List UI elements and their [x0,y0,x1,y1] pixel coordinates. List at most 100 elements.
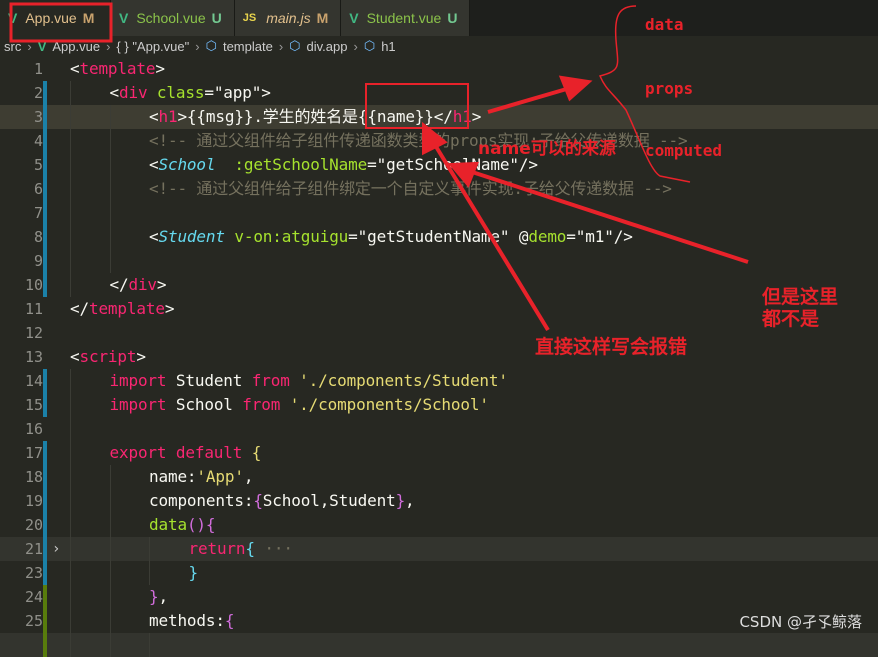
token-tag: div [128,275,157,294]
git-change-bar[interactable] [43,153,47,177]
code-text: data(){ [149,513,216,537]
code-line[interactable] [0,633,878,657]
indent-guide [70,177,71,201]
git-change-bar[interactable] [43,609,47,633]
git-change-bar[interactable] [43,537,47,561]
token-text: ="app"> [204,83,271,102]
indent-guide [70,393,71,417]
code-line[interactable]: 20 data(){ [0,513,878,537]
code-line[interactable]: 18 name:'App', [0,465,878,489]
code-line[interactable]: 9 [0,249,878,273]
line-number: 2 [33,84,43,102]
token-brace: () [186,515,206,534]
token-text: > [471,107,482,126]
code-text: import Student from './components/Studen… [110,369,508,393]
git-change-bar[interactable] [43,81,47,105]
line-number: 4 [33,132,43,150]
cube-icon: ⬡ [363,38,376,53]
line-number: 19 [24,492,43,510]
code-line[interactable]: 21 › return{ ··· [0,537,878,561]
token-comment: <!-- 通过父组件给子组件绑定一个自定义事件实现:子给父传递数据 --> [149,179,672,198]
indent-guide [70,105,71,129]
git-change-bar[interactable] [43,129,47,153]
indent-guide [70,537,71,561]
breadcrumb-item[interactable]: template [223,39,273,54]
git-change-bar[interactable] [43,561,47,585]
fold-chevron-icon[interactable]: › [52,537,60,561]
tab-main-js[interactable]: JS main.js M [234,0,342,36]
git-change-bar[interactable] [43,633,47,657]
code-line[interactable]: 3 <h1>{{msg}}.学生的姓名是{{name}}</h1> [0,105,878,129]
line-number: 20 [24,516,43,534]
token-text: , [405,491,415,510]
git-change-bar[interactable] [43,393,47,417]
code-line[interactable]: 16 [0,417,878,441]
token-string: 'App' [196,467,244,486]
code-line[interactable]: 5 <School :getSchoolName="getSchoolName"/… [0,153,878,177]
breadcrumb-item[interactable]: { } "App.vue" [116,39,189,54]
code-line[interactable]: 8 <Student v-on:atguigu="getStudentName" … [0,225,878,249]
breadcrumb-item[interactable]: div.app [307,39,348,54]
git-change-bar[interactable] [43,369,47,393]
code-line[interactable]: 17 export default { [0,441,878,465]
code-line[interactable]: 13 <script> [0,345,878,369]
breadcrumb-item[interactable]: h1 [381,39,395,54]
git-change-bar[interactable] [43,585,47,609]
git-change-bar[interactable] [43,177,47,201]
token-string: './components/School' [280,395,489,414]
code-line[interactable]: 4 <!-- 通过父组件给子组件传递函数类型的props实现:子给父传递数据 --… [0,129,878,153]
git-change-bar[interactable] [43,225,47,249]
git-change-bar[interactable] [43,441,47,465]
code-line[interactable]: 15 import School from './components/Schoo… [0,393,878,417]
code-line[interactable]: 12 [0,321,878,345]
tab-school-vue[interactable]: V School.vue U [111,0,235,36]
token-text: </ [109,275,129,294]
token-text: ="m1"/> [566,227,633,246]
git-change-bar[interactable] [43,513,47,537]
code-line[interactable]: 10 </div> [0,273,878,297]
line-number: 12 [24,324,43,342]
token-brace: { [224,611,235,630]
token-attr: atguigu [281,227,349,246]
line-number: 3 [33,108,43,126]
code-line[interactable]: 11 </template> [0,297,878,321]
git-change-bar[interactable] [43,249,47,273]
code-text: components:{School,Student}, [149,489,415,513]
git-change-bar[interactable] [43,273,47,297]
code-text: methods:{ [149,609,235,633]
token-text: < [109,83,120,102]
git-change-bar[interactable] [43,201,47,225]
tab-app-vue[interactable]: V App.vue M [0,0,111,36]
line-number: 15 [24,396,43,414]
git-change-bar[interactable] [43,489,47,513]
line-number: 25 [24,612,43,630]
token-attr: demo [528,227,567,246]
code-text: <div class="app"> [110,81,271,105]
tab-label: App.vue [25,10,77,26]
code-line[interactable]: 24}, [0,585,878,609]
code-line[interactable]: 19 components:{School,Student}, [0,489,878,513]
token-text: > [164,299,175,318]
vue-icon: V [37,38,47,54]
code-line[interactable]: 23} [0,561,878,585]
code-line[interactable]: 6 <!-- 通过父组件给子组件绑定一个自定义事件实现:子给父传递数据 --> [0,177,878,201]
token-comp: } [188,563,199,582]
code-line[interactable]: 1 <template> [0,57,878,81]
line-number: 7 [33,204,43,222]
indent-guide [109,489,111,513]
indent-guide [70,153,71,177]
code-line[interactable]: 7 [0,201,878,225]
git-status-badge: U [447,10,458,26]
tab-student-vue[interactable]: V Student.vue U [341,0,471,36]
breadcrumb-item[interactable]: src [4,39,21,54]
code-line[interactable]: 14 import Student from './components/Stud… [0,369,878,393]
token-tag: return [188,539,246,558]
line-number: 16 [24,420,43,438]
breadcrumb-item[interactable]: App.vue [52,39,100,54]
token-comp: { [245,539,255,558]
vue-icon: V [349,10,359,26]
code-line[interactable]: 2 <div class="app"> [0,81,878,105]
git-change-bar[interactable] [43,105,47,129]
chevron-right-icon: › [27,38,32,54]
git-change-bar[interactable] [43,465,47,489]
